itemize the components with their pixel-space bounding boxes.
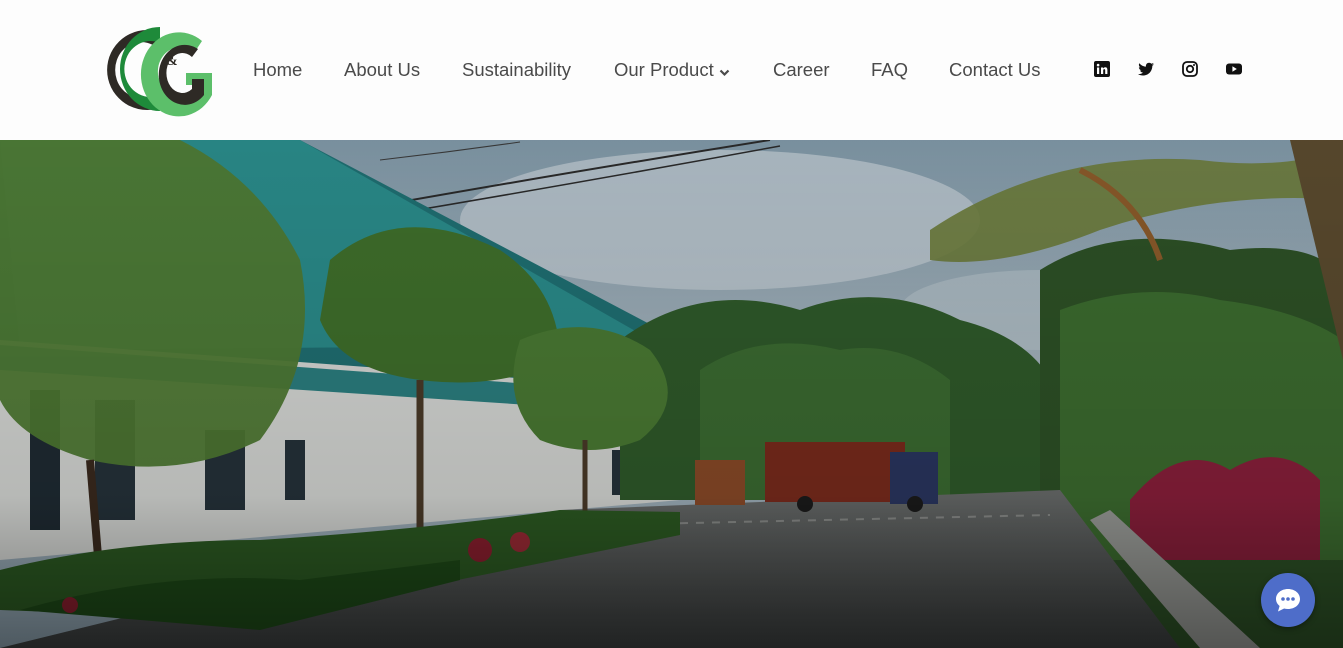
twitter-icon[interactable] <box>1138 61 1154 77</box>
nav-item-contact-us[interactable]: Contact Us <box>949 58 1041 82</box>
chat-button[interactable] <box>1261 573 1315 627</box>
site-header: & Home About Us Sustainability Our Produ… <box>0 0 1343 140</box>
linkedin-icon[interactable] <box>1094 61 1110 77</box>
nav-item-home[interactable]: Home <box>253 58 302 82</box>
logo-ampersand: & <box>166 54 178 69</box>
chat-bubble-icon <box>1276 589 1300 612</box>
hero-photo <box>0 140 1343 648</box>
company-logo[interactable]: & <box>94 23 216 117</box>
nav-item-faq[interactable]: FAQ <box>871 58 908 82</box>
youtube-icon[interactable] <box>1226 61 1242 77</box>
nav-item-sustainability[interactable]: Sustainability <box>462 58 571 82</box>
nav-item-career[interactable]: Career <box>773 58 830 82</box>
chevron-down-icon <box>719 59 730 83</box>
nav-item-about-us[interactable]: About Us <box>344 58 420 82</box>
hero-banner <box>0 140 1343 648</box>
instagram-icon[interactable] <box>1182 61 1198 77</box>
nav-item-our-product[interactable]: Our Product <box>614 58 730 83</box>
nav-item-our-product-label: Our Product <box>614 59 714 80</box>
